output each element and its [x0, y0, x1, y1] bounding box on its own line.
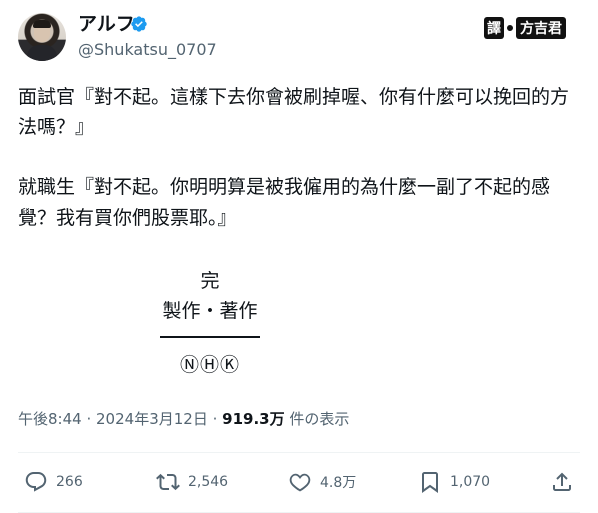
reply-count: 266 — [56, 474, 83, 490]
post-date[interactable]: 2024年3月12日 — [96, 410, 208, 428]
post-text: 面試官『對不起。這樣下去你會被刷掉喔、你有什麼可以挽回的方法嗎？』 — [18, 82, 583, 142]
author-handle[interactable]: @Shukatsu_0707 — [78, 40, 217, 60]
meta-separator: · — [86, 410, 97, 428]
reply-button[interactable]: 266 — [24, 470, 83, 494]
avatar[interactable] — [18, 13, 66, 61]
post-credits: 完 製作・著作 ⓃⒽⓀ — [150, 266, 270, 380]
translator-watermark: 譯 方吉君 — [484, 17, 566, 39]
post-paragraph-1: 面試官『對不起。這樣下去你會被刷掉喔、你有什麼可以挽回的方法嗎？』 — [18, 86, 570, 138]
credit-rule — [160, 336, 260, 338]
like-button[interactable]: 4.8万 — [288, 470, 356, 494]
watermark-label-2: 方吉君 — [516, 17, 566, 39]
action-bar: 266 2,546 4.8万 1,070 — [18, 470, 578, 500]
like-count: 4.8万 — [320, 475, 357, 491]
repost-button[interactable]: 2,546 — [156, 470, 228, 494]
credit-end: 完 — [200, 270, 220, 292]
reply-icon — [25, 472, 47, 492]
bookmark-count: 1,070 — [450, 474, 491, 490]
repost-count: 2,546 — [188, 474, 229, 490]
view-count: 919.3万 — [222, 410, 285, 428]
bookmark-icon — [422, 472, 438, 493]
post-meta: 午後8:44 · 2024年3月12日 · 919.3万 件の表示 — [18, 408, 349, 430]
repost-icon — [156, 473, 180, 491]
meta-separator: · — [212, 410, 223, 428]
post-time[interactable]: 午後8:44 — [18, 410, 82, 428]
heart-icon — [289, 473, 311, 492]
share-icon — [553, 472, 571, 491]
share-button[interactable] — [550, 470, 582, 494]
view-count-label: 件の表示 — [289, 410, 350, 428]
credit-role: 製作・著作 — [162, 300, 258, 322]
watermark-dot — [507, 25, 513, 31]
avatar-body — [27, 45, 57, 61]
verified-badge-icon — [131, 16, 147, 32]
bookmark-button[interactable]: 1,070 — [418, 470, 490, 494]
author-display-name[interactable]: アルフ — [78, 12, 135, 36]
watermark-label-1: 譯 — [484, 17, 504, 39]
credit-marks: ⓃⒽⓀ — [179, 354, 240, 376]
divider — [18, 452, 580, 453]
post-paragraph-2: 就職生『對不起。你明明算是被我僱用的為什麼一副了不起的感覺？我有買你們股票耶。』 — [18, 176, 551, 229]
avatar-hair — [33, 20, 51, 28]
